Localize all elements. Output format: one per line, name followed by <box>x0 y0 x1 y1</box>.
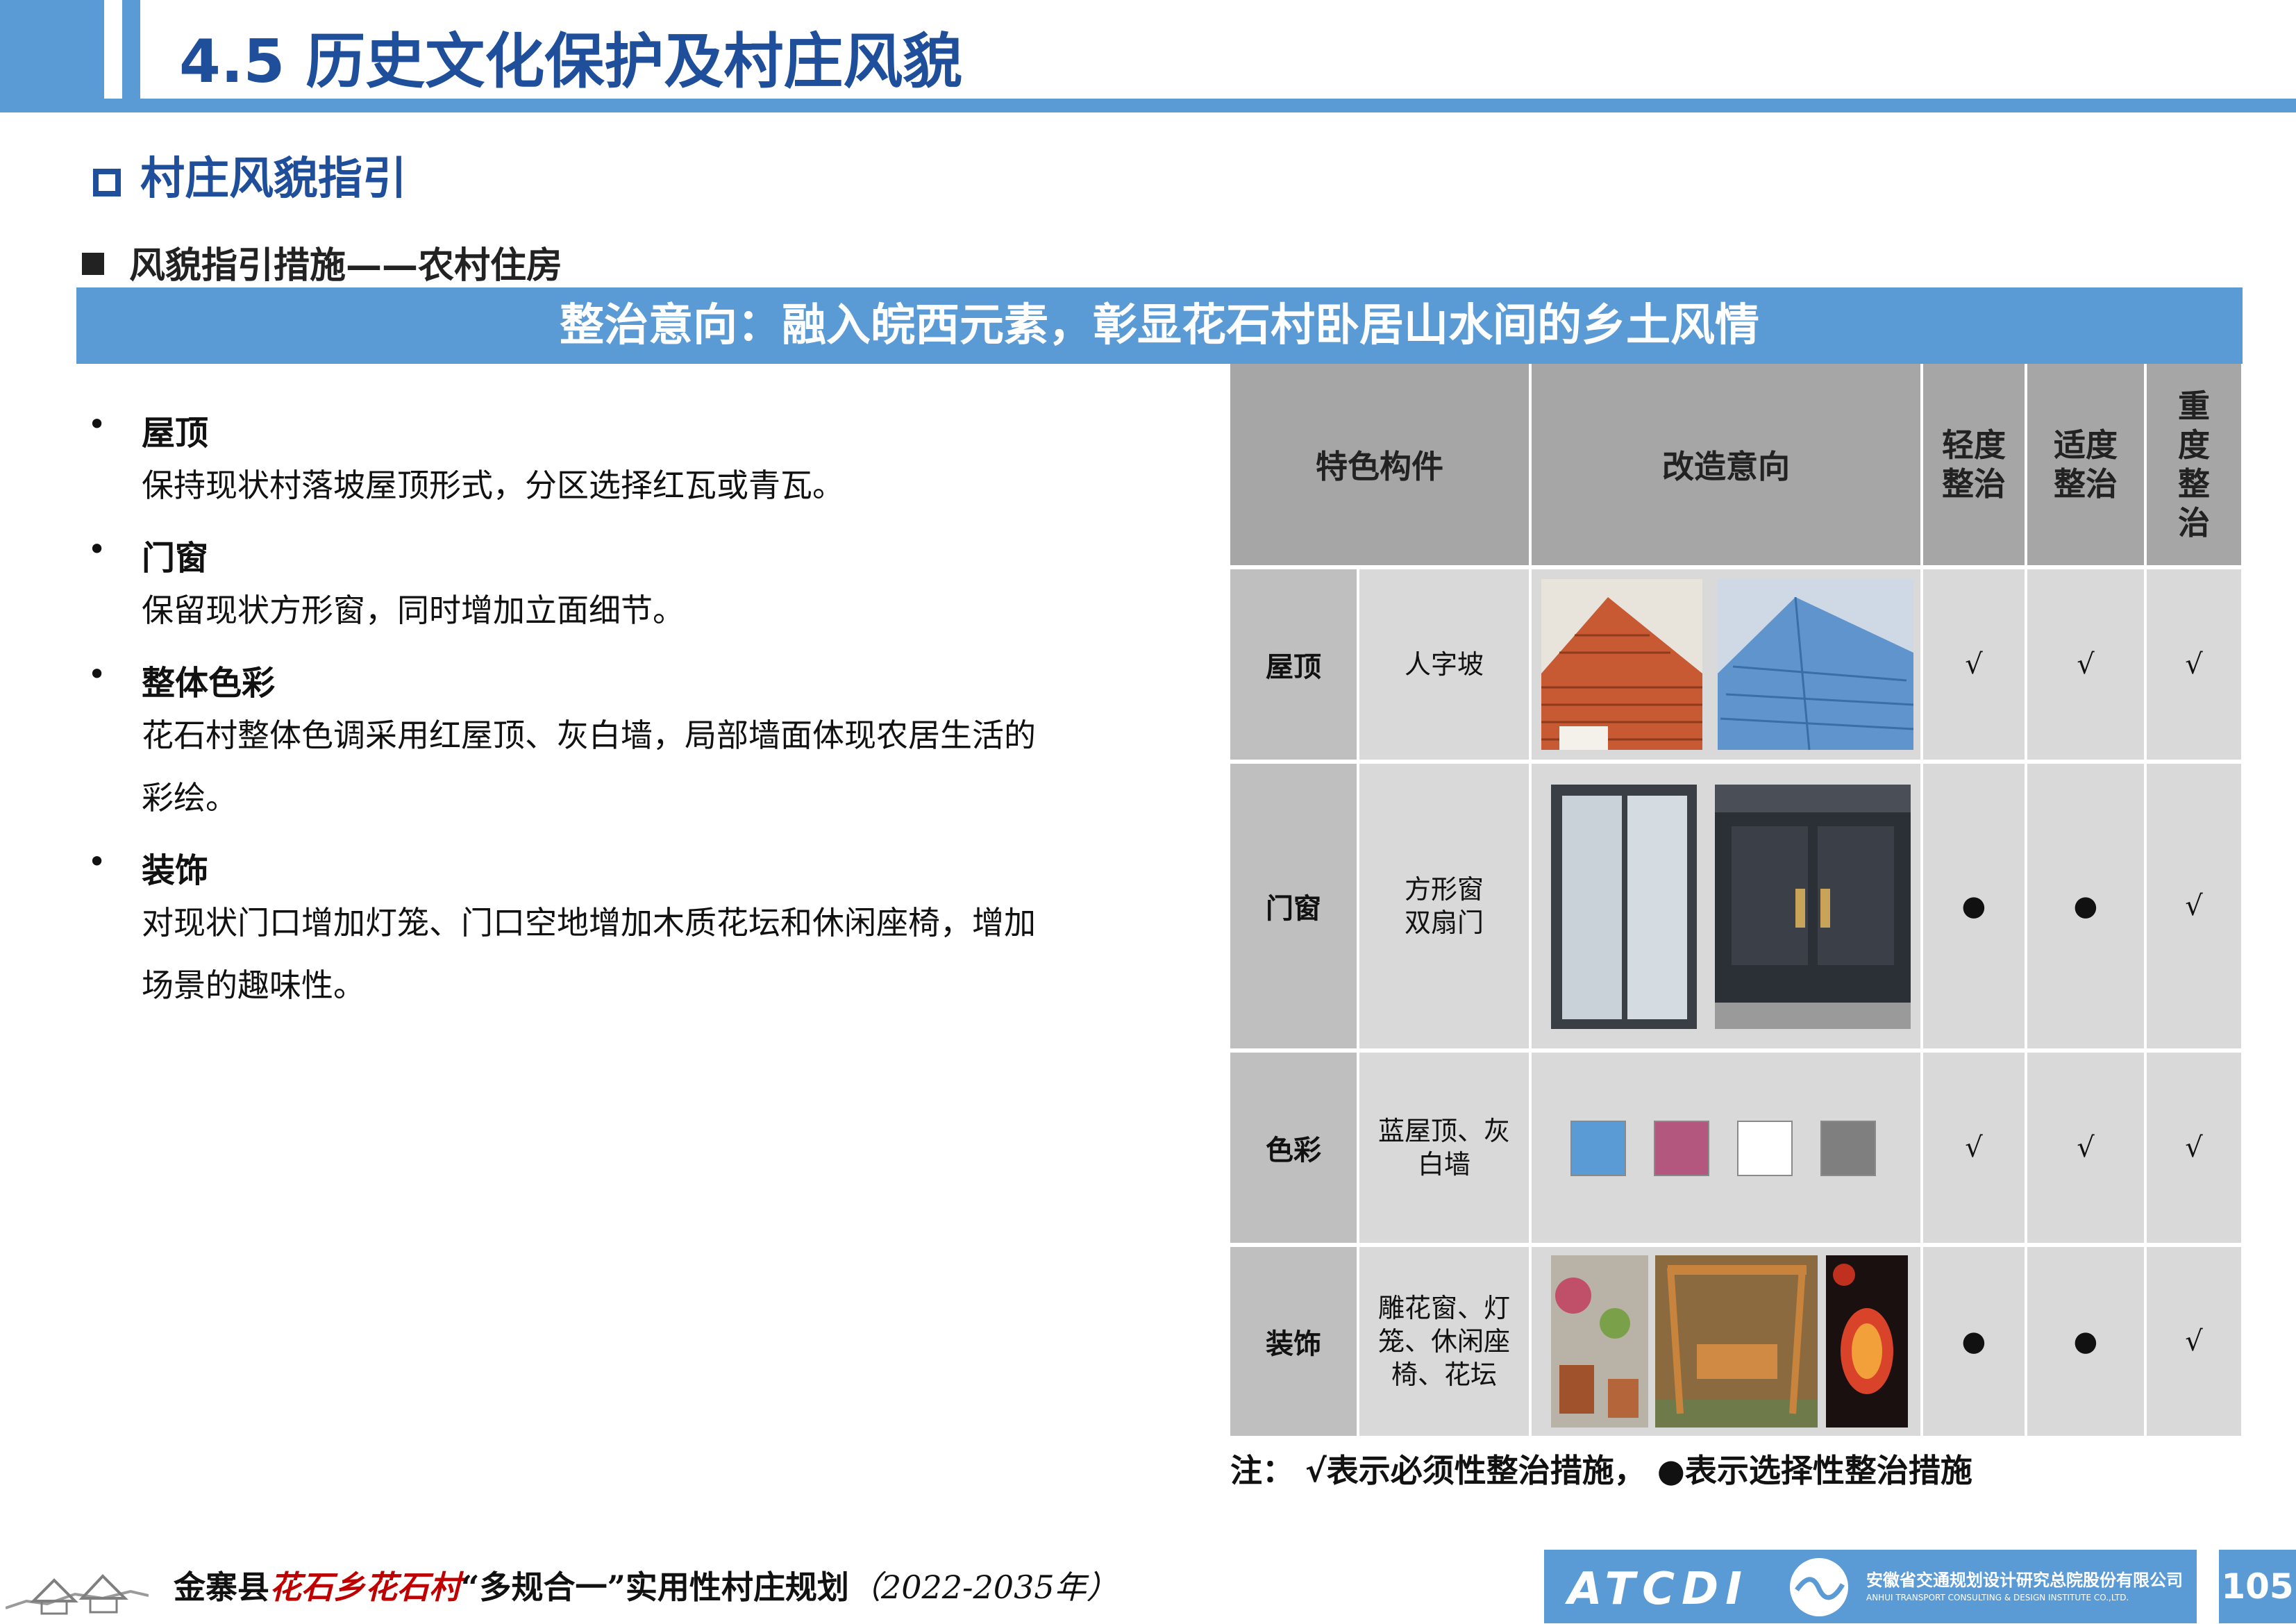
swatch-rose <box>1654 1121 1709 1176</box>
footer-village: 花石乡花石村 <box>269 1568 461 1606</box>
mark-moderate-colors: √ <box>2027 1053 2144 1243</box>
page-number-box: 105 <box>2219 1550 2296 1623</box>
section-title-text: 村庄风貌指引 <box>140 153 407 205</box>
bullet-icon: • <box>87 530 107 568</box>
company-name-en: ANHUI TRANSPORT CONSULTING & DESIGN INST… <box>1866 1593 2129 1602</box>
header-stripe-right <box>122 0 140 99</box>
color-swatches <box>1532 1053 1920 1243</box>
th-moderate: 适度整治 <box>2027 364 2144 565</box>
th-component: 特色构件 <box>1230 364 1529 565</box>
decoration-illustration <box>1551 1255 1908 1428</box>
th-heavy: 重度整治 <box>2147 364 2241 565</box>
mark-light-decoration: ● <box>1923 1247 2025 1436</box>
swatch-gray <box>1820 1121 1876 1176</box>
swatch-blue <box>1570 1121 1626 1176</box>
footer-project: “多规合一”实用性村庄规划 <box>461 1568 849 1606</box>
roof-images <box>1532 569 1920 760</box>
swatch-white <box>1737 1121 1793 1176</box>
row-name-colors: 色彩 <box>1230 1053 1357 1243</box>
list-item-heading: 屋顶 <box>142 414 209 453</box>
village-sketch-icon <box>6 1574 149 1615</box>
row-name-roof: 屋顶 <box>1230 569 1357 760</box>
row-type-decoration: 雕花窗、灯笼、休闲座椅、花坛 <box>1359 1247 1529 1436</box>
guidance-table: 特色构件 改造意向 轻度整治 适度整治 重度整治 屋顶 人字坡 √ √ √ 门窗… <box>1230 364 2241 1436</box>
company-logo-banner: ATCDI 安徽省交通规划设计研究总院股份有限公司 ANHUI TRANSPOR… <box>1544 1550 2197 1623</box>
company-logo-text: ATCDI <box>1568 1564 1749 1615</box>
th-intent: 改造意向 <box>1532 364 1920 565</box>
bullet-icon: • <box>87 655 107 693</box>
company-emblem-icon <box>1790 1558 1848 1616</box>
row-name-decoration: 装饰 <box>1230 1247 1357 1436</box>
mark-heavy-windows: √ <box>2147 764 2241 1048</box>
header-stripe-gap <box>104 0 122 99</box>
company-name-cn: 安徽省交通规划设计研究总院股份有限公司 <box>1866 1571 2183 1590</box>
mark-heavy-roof: √ <box>2147 569 2241 760</box>
mark-light-windows: ● <box>1923 764 2025 1048</box>
mark-heavy-colors: √ <box>2147 1053 2241 1243</box>
footer-years: （2022-2035年） <box>848 1568 1118 1606</box>
row-name-windows: 门窗 <box>1230 764 1357 1048</box>
subsection-title-text: 风貌指引措施——农村住房 <box>129 245 563 287</box>
mark-moderate-decoration: ● <box>2027 1247 2144 1436</box>
list-item-text: 对现状门口增加灯笼、门口空地增加木质花坛和休闲座椅，增加场景的趣味性。 <box>142 904 1036 1004</box>
window-door-illustration <box>1551 785 1911 1029</box>
intent-banner-text: 整治意向：融入皖西元素，彰显花石村卧居山水间的乡土风情 <box>560 300 1759 351</box>
window-door-images <box>1532 764 1920 1048</box>
footer-county: 金寨县 <box>174 1568 269 1606</box>
section-title: 村庄风貌指引 <box>93 143 407 207</box>
footer-project-title: 金寨县花石乡花石村“多规合一”实用性村庄规划（2022-2035年） <box>174 1562 1118 1608</box>
header-underline <box>0 99 2296 112</box>
intent-banner: 整治意向：融入皖西元素，彰显花石村卧居山水间的乡土风情 <box>76 287 2243 364</box>
filled-square-icon <box>82 253 104 275</box>
list-item-text: 花石村整体色调采用红屋顶、灰白墙，局部墙面体现农居生活的彩绘。 <box>142 717 1036 817</box>
subsection-title: 风貌指引措施——农村住房 <box>82 236 562 288</box>
bullet-icon: • <box>87 843 107 880</box>
bullet-icon: • <box>87 405 107 443</box>
row-type-windows: 方形窗双扇门 <box>1359 764 1529 1048</box>
th-light: 轻度整治 <box>1923 364 2025 565</box>
list-item-heading: 装饰 <box>142 851 209 890</box>
mark-moderate-roof: √ <box>2027 569 2144 760</box>
decoration-images <box>1532 1247 1920 1436</box>
list-item-heading: 整体色彩 <box>142 664 276 703</box>
mark-moderate-windows: ● <box>2027 764 2144 1048</box>
roof-tile-illustration <box>1541 579 1914 751</box>
list-item-heading: 门窗 <box>142 539 209 578</box>
mark-heavy-decoration: √ <box>2147 1247 2241 1436</box>
hollow-square-icon <box>93 169 121 196</box>
row-type-roof: 人字坡 <box>1359 569 1529 760</box>
mark-light-colors: √ <box>1923 1053 2025 1243</box>
page-title: 4.5 历史文化保护及村庄风貌 <box>179 27 963 97</box>
row-type-colors: 蓝屋顶、灰白墙 <box>1359 1053 1529 1243</box>
table-note: 注： √表示必须性整治措施， ●表示选择性整治措施 <box>1230 1452 1972 1489</box>
mark-light-roof: √ <box>1923 569 2025 760</box>
list-item-text: 保留现状方形窗，同时增加立面细节。 <box>142 592 685 629</box>
page-number: 105 <box>2221 1566 2294 1607</box>
list-item-text: 保持现状村落坡屋顶形式，分区选择红瓦或青瓦。 <box>142 467 844 504</box>
header-stripe-left <box>0 0 104 99</box>
